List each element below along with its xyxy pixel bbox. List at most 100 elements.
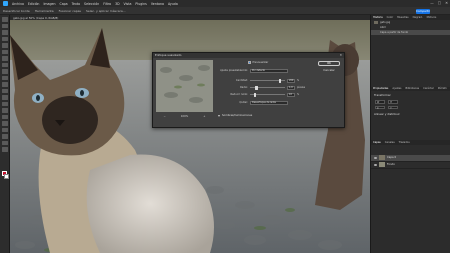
tab-swatches[interactable]: Muestras bbox=[397, 16, 408, 19]
preview-thumbnail[interactable] bbox=[156, 60, 213, 112]
disclosure-triangle-icon[interactable] bbox=[218, 114, 220, 117]
blur-tool-icon[interactable] bbox=[2, 101, 8, 106]
noise-unit: % bbox=[297, 93, 300, 97]
menu-3d[interactable]: 3D bbox=[115, 2, 119, 6]
menu-plugins[interactable]: Plugins bbox=[135, 2, 146, 6]
tab-adjustments[interactable]: Ajustes bbox=[392, 87, 401, 90]
menu-filter[interactable]: Filtro bbox=[103, 2, 111, 6]
type-tool-icon[interactable] bbox=[2, 121, 8, 126]
tab-paragraph[interactable]: Párrafo bbox=[438, 87, 447, 90]
option-tool[interactable]: Herramienta bbox=[35, 9, 54, 13]
noise-slider-handle[interactable] bbox=[253, 93, 256, 97]
eye-icon[interactable] bbox=[374, 163, 377, 166]
layer-row[interactable]: Fondo bbox=[371, 162, 450, 169]
preset-value: Por defecto bbox=[252, 69, 266, 73]
pen-tool-icon[interactable] bbox=[2, 114, 8, 119]
zoom-controls: − 100% + bbox=[156, 115, 213, 118]
close-icon[interactable]: ✕ bbox=[340, 53, 342, 57]
menu-edit[interactable]: Edición bbox=[28, 2, 40, 6]
photoshop-logo-icon[interactable] bbox=[3, 1, 8, 6]
quick-select-tool-icon[interactable] bbox=[2, 36, 8, 41]
preset-select[interactable]: Por defecto bbox=[250, 69, 288, 73]
zoom-out-button[interactable]: − bbox=[164, 115, 166, 118]
frame-tool-icon[interactable] bbox=[2, 49, 8, 54]
shadows-highlights-section[interactable]: Sombras/Iluminaciones bbox=[218, 114, 252, 117]
tab-channels[interactable]: Canales bbox=[385, 141, 395, 144]
close-window-icon[interactable]: ✕ bbox=[445, 1, 448, 5]
brush-tool-icon[interactable] bbox=[2, 69, 8, 74]
crop-tool-icon[interactable] bbox=[2, 43, 8, 48]
menu-select[interactable]: Selección bbox=[84, 2, 99, 6]
width-field[interactable]: W bbox=[375, 100, 385, 104]
align-section-title: Alinear y distribuir bbox=[374, 112, 400, 116]
eyedropper-tool-icon[interactable] bbox=[2, 56, 8, 61]
menu-layer[interactable]: Capa bbox=[59, 2, 67, 6]
minimize-icon[interactable]: — bbox=[430, 1, 434, 5]
amount-unit: % bbox=[297, 79, 300, 83]
tab-color[interactable]: Color bbox=[387, 16, 394, 19]
tab-character[interactable]: Carácter bbox=[423, 87, 434, 90]
preview-image bbox=[156, 60, 213, 112]
amount-slider-handle[interactable] bbox=[278, 79, 282, 83]
path-select-tool-icon[interactable] bbox=[2, 127, 8, 132]
tab-libraries[interactable]: Bibliotecas bbox=[405, 87, 419, 90]
ok-button[interactable]: OK bbox=[318, 61, 340, 66]
clone-stamp-tool-icon[interactable] bbox=[2, 75, 8, 80]
gradient-tool-icon[interactable] bbox=[2, 95, 8, 100]
menu-file[interactable]: Archivo bbox=[12, 2, 24, 6]
healing-brush-tool-icon[interactable] bbox=[2, 62, 8, 67]
tab-patterns[interactable]: Motivos bbox=[427, 16, 437, 19]
zoom-in-button[interactable]: + bbox=[203, 115, 205, 118]
amount-slider[interactable] bbox=[250, 79, 285, 83]
remove-select[interactable]: Desenfoque de lente bbox=[250, 101, 288, 105]
option-select-mask[interactable]: Selec. y aplicar máscara... bbox=[86, 9, 126, 13]
lasso-tool-icon[interactable] bbox=[2, 30, 8, 35]
eraser-tool-icon[interactable] bbox=[2, 88, 8, 93]
dialog-titlebar: Enfoque suavizado ✕ bbox=[153, 53, 344, 58]
option-merge[interactable]: Fusionar capas bbox=[59, 9, 81, 13]
marquee-tool-icon[interactable] bbox=[2, 23, 8, 28]
background-color-swatch[interactable] bbox=[4, 174, 9, 179]
menu-window[interactable]: Ventana bbox=[151, 2, 164, 6]
layer-thumbnail bbox=[379, 162, 385, 167]
preview-checkbox[interactable] bbox=[248, 61, 251, 64]
radius-slider[interactable] bbox=[250, 86, 285, 90]
noise-slider[interactable] bbox=[250, 93, 285, 97]
cancel-button[interactable]: Cancelar bbox=[318, 68, 340, 73]
menu-view[interactable]: Vista bbox=[124, 2, 132, 6]
tab-layers[interactable]: Capas bbox=[373, 141, 381, 144]
menu-image[interactable]: Imagen bbox=[43, 2, 55, 6]
shape-tool-icon[interactable] bbox=[2, 134, 8, 139]
height-field[interactable]: H bbox=[388, 100, 399, 104]
amount-input[interactable]: 200 bbox=[287, 79, 295, 83]
radius-input[interactable]: 1,0 bbox=[287, 86, 295, 90]
menu-help[interactable]: Ayuda bbox=[168, 2, 178, 6]
menu-type[interactable]: Texto bbox=[72, 2, 80, 6]
maximize-icon[interactable]: □ bbox=[438, 1, 441, 5]
noise-input[interactable]: 10 bbox=[287, 93, 295, 97]
option-feather[interactable]: Desenfocar borde bbox=[3, 9, 30, 13]
hand-tool-icon[interactable] bbox=[2, 140, 8, 145]
zoom-level: 100% bbox=[180, 115, 189, 118]
tab-properties[interactable]: Propiedades bbox=[373, 87, 388, 90]
zoom-tool-icon[interactable] bbox=[2, 147, 8, 152]
share-button[interactable]: Compartir bbox=[416, 8, 430, 14]
x-field[interactable]: X bbox=[375, 105, 385, 110]
noise-value: 10 bbox=[289, 93, 292, 97]
layer-row[interactable]: Capa 0 bbox=[371, 154, 450, 162]
radius-unit: píxeles bbox=[297, 86, 306, 90]
dodge-tool-icon[interactable] bbox=[2, 108, 8, 113]
history-brush-tool-icon[interactable] bbox=[2, 82, 8, 87]
y-field[interactable]: Y bbox=[388, 105, 399, 110]
remove-row: Quitar: Desenfoque de lente bbox=[218, 101, 288, 105]
radius-value: 1,0 bbox=[289, 86, 293, 90]
tab-paths[interactable]: Trazados bbox=[399, 141, 410, 144]
noise-label: Reducir ruido: bbox=[230, 93, 249, 97]
amount-label: Cantidad: bbox=[235, 79, 248, 83]
tab-history[interactable]: Historia bbox=[373, 16, 383, 19]
tab-gradients[interactable]: Degrad. bbox=[413, 16, 423, 19]
move-tool-icon[interactable] bbox=[2, 17, 8, 22]
radius-slider-handle[interactable] bbox=[255, 86, 258, 90]
preview-label: Previsualizar bbox=[252, 61, 269, 64]
eye-icon[interactable] bbox=[374, 156, 377, 159]
